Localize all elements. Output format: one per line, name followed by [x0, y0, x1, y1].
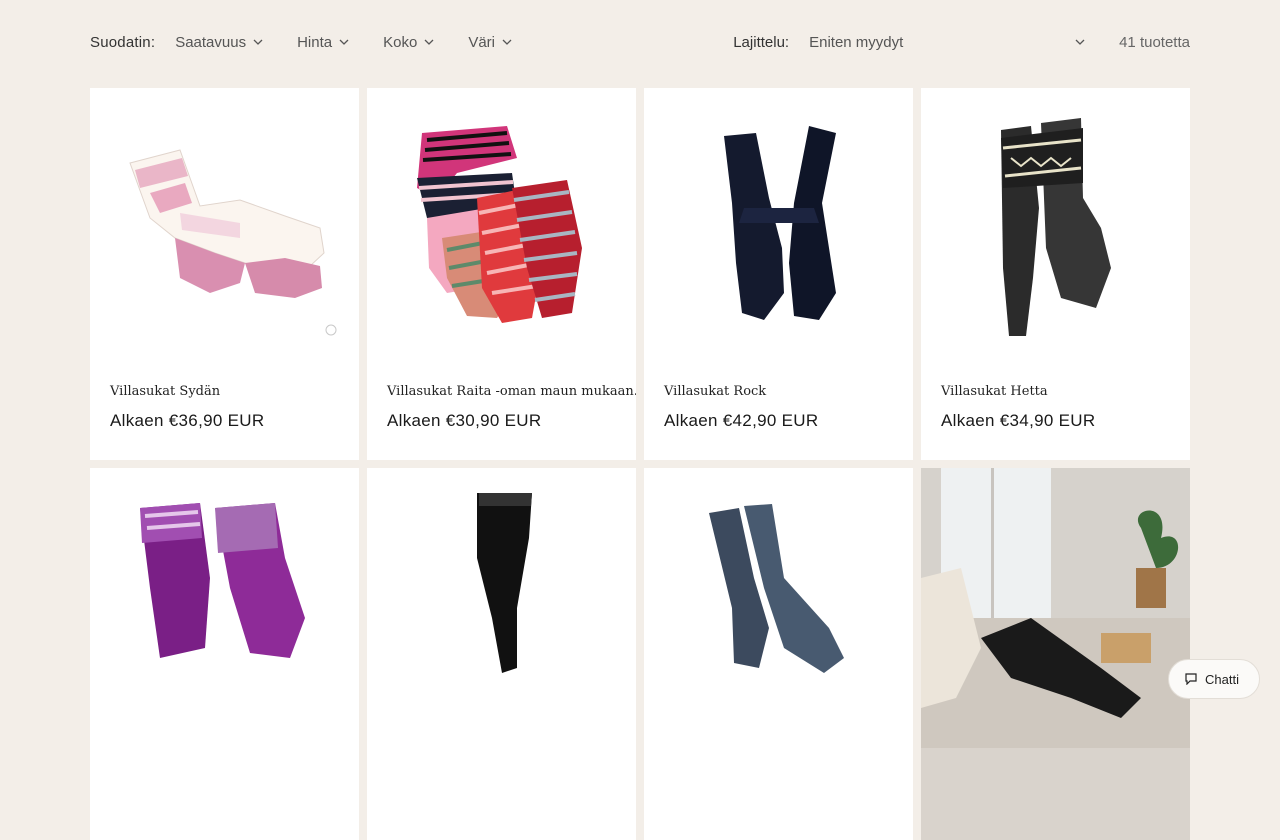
product-grid: Villasukat Sydän Alkaen €36,90 EUR Villa… [90, 88, 1190, 840]
filter-label: Suodatin: [90, 33, 156, 51]
sort-label: Lajittelu: [733, 33, 790, 51]
product-card-hetta[interactable]: Villasukat Hetta Alkaen €34,90 EUR [921, 88, 1190, 460]
product-card-sydan[interactable]: Villasukat Sydän Alkaen €36,90 EUR [90, 88, 359, 460]
product-card-rock[interactable]: Villasukat Rock Alkaen €42,90 EUR [644, 88, 913, 460]
product-card-black[interactable] [367, 468, 636, 840]
product-title[interactable]: Villasukat Hetta [941, 384, 1048, 399]
product-title[interactable]: Villasukat Raita -oman maun mukaan. [387, 384, 636, 399]
chevron-down-icon [253, 37, 263, 47]
filter-size-label: Koko [383, 33, 418, 51]
product-title[interactable]: Villasukat Rock [664, 384, 766, 399]
product-price: Alkaen €42,90 EUR [664, 411, 819, 430]
filter-price-label: Hinta [297, 33, 333, 51]
product-image-raita [417, 126, 582, 323]
product-image-purple [140, 503, 305, 658]
product-image-hetta [1001, 118, 1111, 336]
filter-bar: Suodatin: Saatavuus Hinta Koko Väri Laji… [90, 28, 1190, 56]
chevron-down-icon [1075, 37, 1085, 47]
product-price: Alkaen €34,90 EUR [941, 411, 1096, 430]
product-image-black [477, 493, 532, 673]
product-title[interactable]: Villasukat Sydän [110, 384, 220, 399]
sort-select[interactable]: Eniten myydyt [809, 34, 1085, 51]
chevron-down-icon [339, 37, 349, 47]
product-image-grey [709, 504, 844, 673]
filter-color[interactable]: Väri [468, 34, 512, 51]
filter-size[interactable]: Koko [383, 34, 434, 51]
chat-bubble-icon [1185, 673, 1197, 685]
filter-price[interactable]: Hinta [297, 34, 349, 51]
product-price: Alkaen €30,90 EUR [387, 411, 542, 430]
product-card-photo[interactable] [921, 468, 1190, 840]
product-card-raita[interactable]: Villasukat Raita -oman maun mukaan. Alka… [367, 88, 636, 460]
sort-selected-value: Eniten myydyt [809, 33, 904, 51]
chevron-down-icon [424, 37, 434, 47]
filter-color-label: Väri [468, 33, 495, 51]
product-image-rock [724, 126, 836, 320]
product-card-grey[interactable] [644, 468, 913, 840]
filter-availability[interactable]: Saatavuus [175, 34, 263, 51]
chat-label: Chatti [1205, 671, 1239, 687]
product-price: Alkaen €36,90 EUR [110, 411, 265, 430]
product-image-lifestyle [921, 468, 1190, 748]
chat-button[interactable]: Chatti [1168, 659, 1260, 699]
product-image-sydan [129, 149, 337, 336]
product-card-purple[interactable] [90, 468, 359, 840]
product-count: 41 tuotetta [1119, 33, 1190, 51]
filter-availability-label: Saatavuus [175, 33, 247, 51]
chevron-down-icon [502, 37, 512, 47]
